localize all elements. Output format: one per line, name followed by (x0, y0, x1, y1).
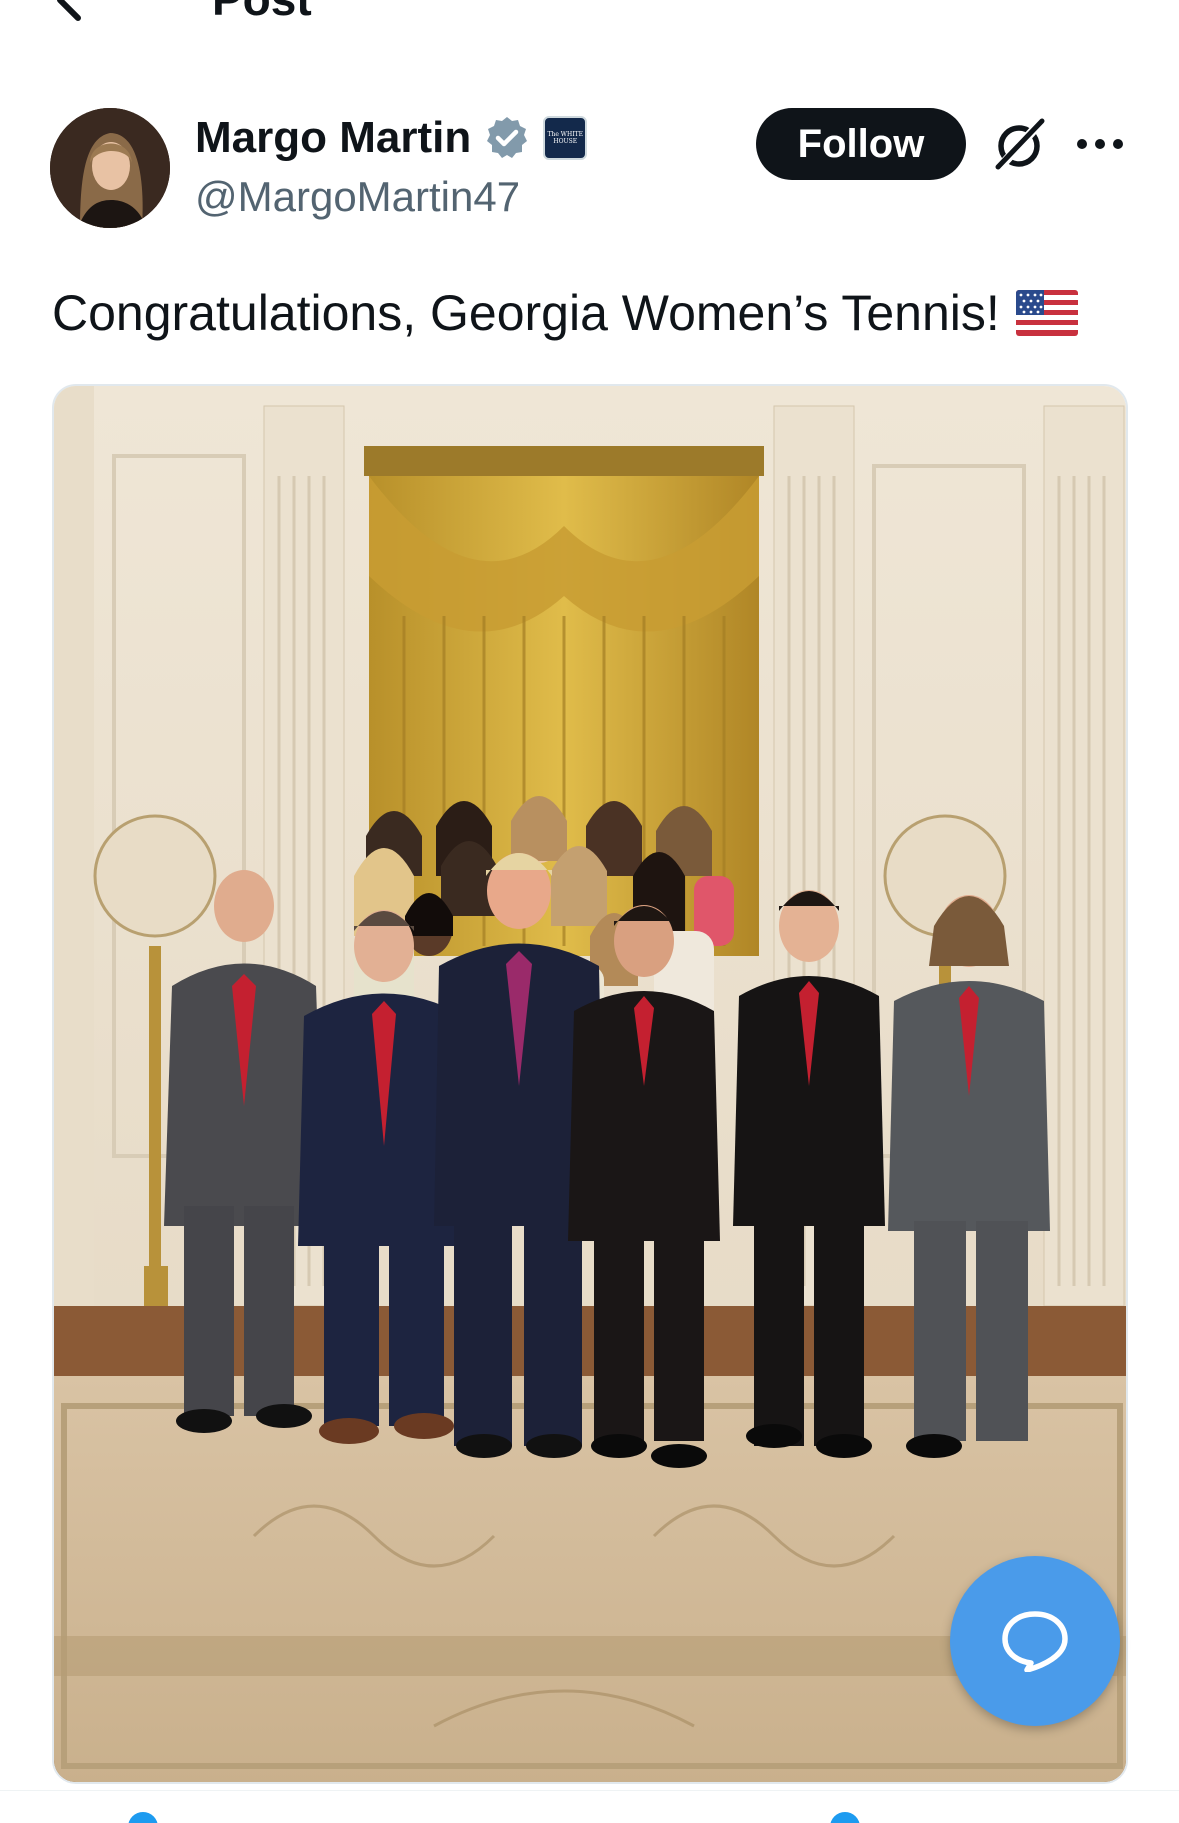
grok-icon[interactable] (990, 115, 1048, 173)
white-house-affiliate-icon[interactable]: The WHITE HOUSE (543, 116, 588, 160)
display-name[interactable]: Margo Martin (195, 113, 471, 163)
author-handle[interactable]: @MargoMartin47 (195, 172, 520, 222)
us-flag-icon (1015, 290, 1078, 336)
photo-image (54, 386, 1126, 1782)
top-bar: Post (0, 0, 1179, 40)
affiliate-badge-text: The WHITE HOUSE (547, 131, 583, 145)
floating-reply-button[interactable] (950, 1556, 1120, 1726)
back-arrow-icon[interactable] (46, 0, 96, 24)
follow-button[interactable]: Follow (756, 108, 966, 180)
more-options-icon[interactable] (1074, 126, 1126, 162)
verified-badge-icon[interactable] (483, 114, 531, 162)
post-text: Congratulations, Georgia Women’s Tennis! (52, 285, 1000, 341)
avatar[interactable] (50, 108, 170, 228)
post-photo[interactable] (52, 384, 1128, 1784)
chat-bubble-icon (1002, 1611, 1068, 1672)
author-name-row: Margo Martin The WHITE HOUSE (195, 113, 588, 163)
bottom-bar (0, 1790, 1179, 1823)
post-text-row: Congratulations, Georgia Women’s Tennis! (52, 282, 1078, 344)
avatar-image (50, 108, 170, 228)
page-title: Post (212, 0, 312, 24)
